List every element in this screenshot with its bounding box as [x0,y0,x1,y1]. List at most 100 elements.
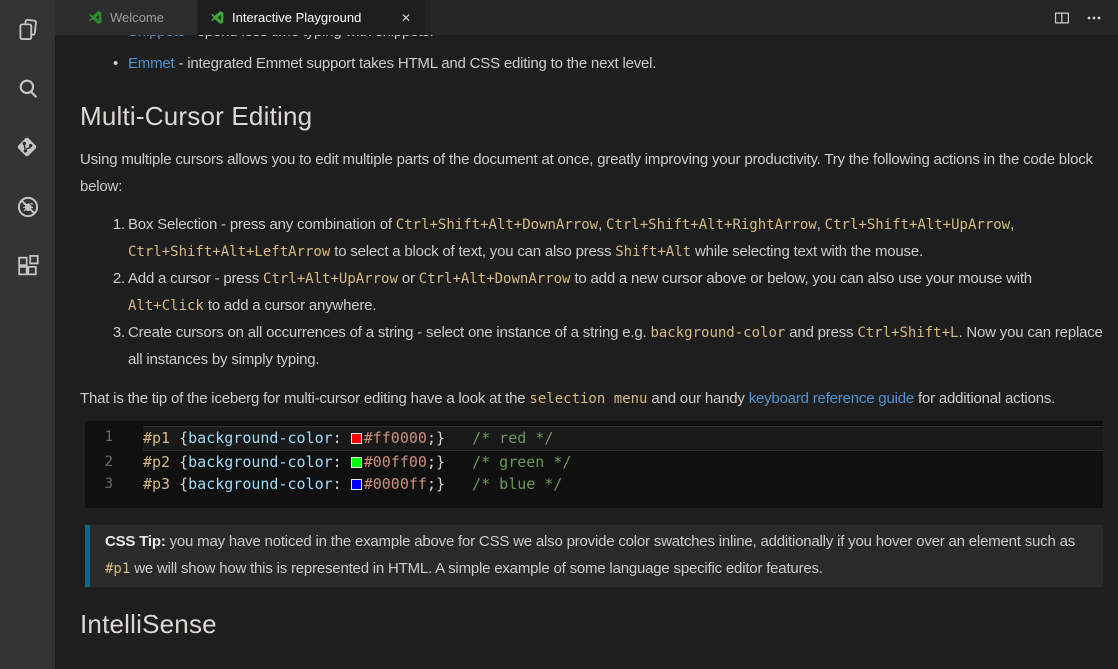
list-number: 2. [105,266,125,293]
tip-text: we will show how this is represented in … [130,560,822,577]
intro-paragraph: Using multiple cursors allows you to edi… [80,146,1103,200]
code-token: #p2 [143,453,170,471]
kbd-shortcut: Ctrl+Shift+L [857,325,958,341]
code-token: #p1 [143,429,170,447]
text-run: - integrated Emmet support takes HTML an… [175,55,657,72]
kbd-shortcut: Shift+Alt [615,244,691,260]
source-control-icon[interactable] [0,118,55,177]
code-token: #ff0000 [364,429,427,447]
color-swatch[interactable] [351,479,362,490]
kbd-shortcut: Ctrl+Alt+DownArrow [419,271,571,287]
text-run: for additional actions. [914,390,1055,407]
text-run: to select a block of text, you can also … [330,243,615,260]
text-run: Create cursors on all occurrences of a s… [128,324,650,341]
code-token: background-color [188,475,333,493]
code-line[interactable]: 2#p2 {background-color: #00ff00;} /* gre… [85,451,1103,474]
code-line[interactable]: 3#p3 {background-color: #0000ff;} /* blu… [85,473,1103,496]
text-run: while selecting text with the mouse. [691,243,923,260]
kbd-shortcut: Ctrl+Shift+Alt+RightArrow [606,217,817,233]
action-item: 2.Add a cursor - press Ctrl+Alt+UpArrow … [80,266,1103,319]
text-run: and our handy [647,390,748,407]
code-block[interactable]: 1#p1 {background-color: #ff0000;} /* red… [85,421,1103,508]
bullet-icon: • [113,51,118,77]
explorer-icon[interactable] [0,0,55,59]
code-token: : [333,453,351,471]
text-run: , [598,216,606,233]
actions-list: 1.Box Selection - press any combination … [80,212,1103,373]
bullet-icon: • [113,35,118,45]
outro-paragraph: That is the tip of the iceberg for multi… [80,385,1103,413]
walkthrough-content: • Snippets - spend less time typing with … [55,35,1118,669]
more-actions-icon[interactable] [1086,10,1102,26]
kbd-shortcut: Ctrl+Shift+Alt+LeftArrow [128,244,330,260]
kbd-shortcut: selection menu [529,391,647,407]
code-text[interactable]: #p2 {background-color: #00ff00;} /* gree… [143,451,1103,474]
code-token: : [333,429,351,447]
text-run: , [1010,216,1014,233]
code-token: /* blue */ [445,475,562,493]
list-number: 3. [105,320,125,347]
code-token: /* red */ [445,429,553,447]
code-token: #0000ff [364,475,427,493]
kbd-shortcut: Alt+Click [128,298,204,314]
inline-link[interactable]: Emmet [128,55,175,72]
text-run: - spend less time typing with snippets. [185,35,434,40]
code-token: { [170,453,188,471]
vscode-logo-icon [210,10,225,25]
text-run: Box Selection - press any combination of [128,216,396,233]
action-item: 3.Create cursors on all occurrences of a… [80,320,1103,373]
tip-label: CSS Tip: [105,533,166,550]
text-run: or [398,270,419,287]
color-swatch[interactable] [351,457,362,468]
code-token: background-color [188,453,333,471]
section-heading: Multi-Cursor Editing [80,99,1103,133]
code-token: : [333,475,351,493]
color-swatch[interactable] [351,433,362,444]
kbd-shortcut: Ctrl+Alt+UpArrow [263,271,398,287]
action-item: 1.Box Selection - press any combination … [80,212,1103,265]
kbd-shortcut: Ctrl+Shift+Alt+DownArrow [396,217,598,233]
code-text[interactable]: #p1 {background-color: #ff0000;} /* red … [143,426,1103,451]
kbd-shortcut: Ctrl+Shift+Alt+UpArrow [825,217,1010,233]
tab-welcome[interactable]: Welcome [55,0,197,35]
code-token: #00ff00 [364,453,427,471]
editor-actions [1054,0,1118,35]
code-token: #p3 [143,475,170,493]
code-token: ;} [427,453,445,471]
tab-interactive-playground[interactable]: Interactive Playground ✕ [198,0,425,35]
css-tip-box: CSS Tip: you may have noticed in the exa… [85,525,1103,587]
feature-item: • Snippets - spend less time typing with … [80,35,1103,45]
text-run: and press [785,324,857,341]
text-run: to add a new cursor above or below, you … [570,270,1031,287]
search-icon[interactable] [0,59,55,118]
inline-link[interactable]: keyboard reference guide [749,390,914,407]
code-token: { [170,475,188,493]
tip-code: #p1 [105,561,130,577]
text-run: , [817,216,825,233]
feature-item: • Emmet - integrated Emmet support takes … [80,51,1103,77]
line-number: 2 [85,451,143,474]
code-token: /* green */ [445,453,571,471]
activity-bar [0,0,55,669]
feature-list: • Snippets - spend less time typing with … [80,35,1103,77]
split-editor-icon[interactable] [1054,10,1070,26]
tab-bar: Welcome Interactive Playground ✕ [55,0,1118,35]
debug-icon[interactable] [0,177,55,236]
extensions-icon[interactable] [0,236,55,295]
code-token: ;} [427,475,445,493]
close-icon[interactable]: ✕ [399,11,413,25]
code-text[interactable]: #p3 {background-color: #0000ff;} /* blue… [143,473,1103,496]
code-token: ;} [427,429,445,447]
text-run: to add a cursor anywhere. [204,297,376,314]
tab-label: Interactive Playground [232,10,361,25]
code-token: background-color [188,429,333,447]
list-number: 1. [105,212,125,239]
code-line[interactable]: 1#p1 {background-color: #ff0000;} /* red… [85,426,1103,451]
text-run: That is the tip of the iceberg for multi… [80,390,529,407]
vscode-logo-icon [88,10,103,25]
line-number: 3 [85,473,143,496]
inline-link[interactable]: Snippets [128,35,185,40]
line-number: 1 [85,426,143,451]
tip-text: you may have noticed in the example abov… [166,533,1075,550]
tab-label: Welcome [110,10,164,25]
